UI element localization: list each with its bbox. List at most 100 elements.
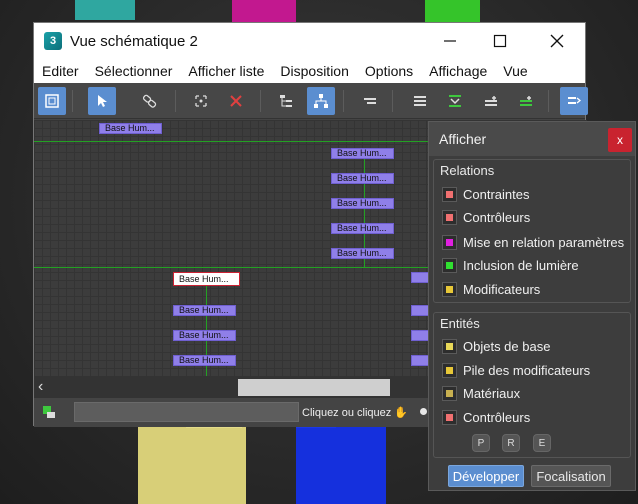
checkbox-objets-de-base[interactable]: Objets de base — [442, 339, 550, 354]
menu-options[interactable]: Options — [357, 63, 421, 79]
menu-disposition[interactable]: Disposition — [272, 63, 356, 79]
close-icon — [550, 34, 564, 48]
toolbar-separator — [392, 90, 393, 112]
checkbox-icon[interactable] — [442, 363, 457, 378]
always-arrange-icon — [364, 98, 376, 104]
expand-selected-button[interactable] — [560, 87, 588, 115]
minimize-button[interactable] — [427, 23, 473, 59]
menu-editer[interactable]: Editer — [34, 63, 87, 79]
node-base-human[interactable]: Base Hum... — [331, 148, 394, 159]
panel-header[interactable]: Afficher x — [429, 122, 635, 156]
node-base-human[interactable]: Base Hum... — [173, 355, 236, 366]
minimize-icon — [444, 40, 456, 42]
scene-object — [75, 0, 135, 20]
checkbox-contraintes[interactable]: Contraintes — [442, 187, 529, 202]
free-selected-button[interactable] — [512, 87, 540, 115]
menu-selectionner[interactable]: Sélectionner — [87, 63, 181, 79]
connect-button[interactable] — [136, 87, 164, 115]
status-text: Cliquez ou cliquez ✋ — [302, 407, 409, 419]
checkbox-icon[interactable] — [442, 386, 457, 401]
focus-button[interactable]: Focalisation — [531, 465, 611, 487]
checkbox-icon[interactable] — [442, 282, 457, 297]
relations-group: Relations Contraintes Contrôleurs Mise e… — [433, 159, 631, 303]
zoom-extents-icon[interactable] — [41, 404, 57, 420]
checkbox-icon[interactable] — [442, 210, 457, 225]
delete-button[interactable] — [222, 87, 250, 115]
toolbar-separator — [548, 90, 549, 112]
app-icon: 3 — [44, 32, 62, 50]
node-base-human[interactable]: Base Hum... — [331, 198, 394, 209]
arrange-selected-icon — [449, 95, 461, 107]
checkbox-icon[interactable] — [442, 410, 457, 425]
select-button[interactable] — [88, 87, 116, 115]
node-base-human[interactable]: Base Hum... — [173, 305, 236, 316]
expand-button[interactable]: Développer — [448, 465, 524, 487]
p-button[interactable]: P — [472, 434, 490, 452]
menu-bar: Editer Sélectionner Afficher liste Dispo… — [34, 59, 585, 83]
e-button[interactable]: E — [533, 434, 551, 452]
toolbar-separator — [175, 90, 176, 112]
scene-object — [138, 420, 246, 504]
node-base-human[interactable]: Base Hum... — [331, 223, 394, 234]
checkbox-icon[interactable] — [442, 187, 457, 202]
node-base-human[interactable]: Base Hum... — [99, 123, 162, 134]
title-bar[interactable]: 3 Vue schématique 2 — [34, 23, 585, 59]
r-button[interactable]: R — [502, 434, 520, 452]
scroll-left-icon[interactable]: ‹ — [38, 378, 43, 396]
search-field[interactable] — [74, 402, 299, 422]
close-button[interactable] — [534, 23, 580, 59]
checkbox-controleurs-entites[interactable]: Contrôleurs — [442, 410, 530, 425]
node-base-human[interactable]: Base Hum... — [173, 330, 236, 341]
panel-close-button[interactable]: x — [608, 128, 632, 152]
unlink-selected-icon — [195, 95, 207, 107]
scrollbar-thumb[interactable] — [238, 379, 390, 396]
entities-group: Entités Objets de base Pile des modifica… — [433, 312, 631, 458]
arrange-selected-button[interactable] — [441, 87, 469, 115]
afficher-panel: Afficher x Relations Contraintes Contrôl… — [428, 121, 636, 491]
display-floater-button[interactable] — [38, 87, 66, 115]
toolbar — [34, 83, 588, 119]
node-base-human[interactable]: Base Hum... — [331, 173, 394, 184]
arrange-children-button[interactable] — [406, 87, 434, 115]
select-arrow-icon — [98, 95, 107, 107]
free-all-button[interactable] — [477, 87, 505, 115]
node-base-human[interactable]: Base Hum... — [331, 248, 394, 259]
checkbox-pile-modificateurs[interactable]: Pile des modificateurs — [442, 363, 590, 378]
menu-vue[interactable]: Vue — [495, 63, 535, 79]
maximize-icon — [493, 34, 507, 48]
checkbox-controleurs[interactable]: Contrôleurs — [442, 210, 530, 225]
relation-line — [34, 267, 434, 268]
scene-object — [296, 420, 386, 504]
checkbox-icon[interactable] — [442, 235, 457, 250]
scene-object — [232, 0, 296, 22]
free-selected-icon — [520, 96, 532, 106]
unlink-selected-button[interactable] — [187, 87, 215, 115]
references-mode-button[interactable] — [307, 87, 335, 115]
checkbox-mise-en-relation[interactable]: Mise en relation paramètres — [442, 235, 624, 250]
checkbox-inclusion-lumiere[interactable]: Inclusion de lumière — [442, 258, 579, 273]
maximize-button[interactable] — [477, 23, 523, 59]
menu-afficher-liste[interactable]: Afficher liste — [180, 63, 272, 79]
free-all-icon — [485, 96, 497, 106]
display-floater-icon — [45, 94, 59, 108]
checkbox-modificateurs[interactable]: Modificateurs — [442, 282, 540, 297]
toolbar-separator — [260, 90, 261, 112]
menu-affichage[interactable]: Affichage — [421, 63, 495, 79]
delete-icon — [230, 95, 242, 107]
scene-object — [425, 0, 480, 24]
relation-line — [34, 141, 429, 142]
hierarchy-mode-button[interactable] — [272, 87, 300, 115]
window-title: Vue schématique 2 — [70, 32, 198, 50]
always-arrange-button[interactable] — [356, 87, 384, 115]
relations-label: Relations — [440, 163, 495, 178]
node-base-human-selected[interactable]: Base Hum... — [173, 272, 240, 286]
expand-selected-icon — [568, 97, 582, 104]
toolbar-separator — [343, 90, 344, 112]
checkbox-materiaux[interactable]: Matériaux — [442, 386, 520, 401]
entities-label: Entités — [440, 316, 480, 331]
checkbox-icon[interactable] — [442, 339, 457, 354]
status-dot-icon[interactable] — [420, 408, 427, 415]
connect-icon — [142, 94, 157, 108]
checkbox-icon[interactable] — [442, 258, 457, 273]
toolbar-separator — [72, 90, 73, 112]
